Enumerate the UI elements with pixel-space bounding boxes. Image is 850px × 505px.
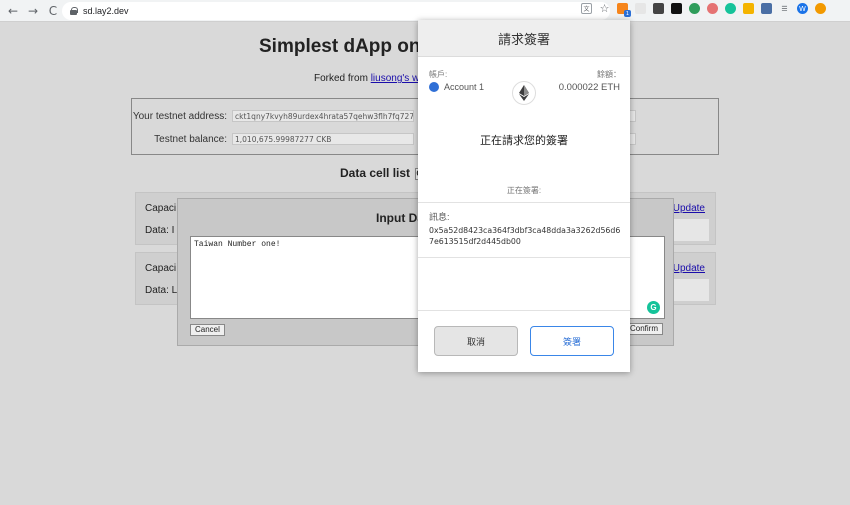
signing-label: 正在簽署:: [506, 186, 542, 195]
balance-row: Testnet balance: 1,010,675.99987277 CKB: [132, 133, 414, 145]
signature-request-text: 正在請求您的簽署: [480, 135, 568, 147]
colorful-extension-icon[interactable]: [743, 3, 754, 14]
address-field[interactable]: ckt1qny7kvyh89urdex4hrata57qehw3flh7fq72…: [232, 110, 414, 122]
divider: [418, 202, 630, 203]
qr-icon[interactable]: [653, 3, 664, 14]
forked-prefix: Forked from: [314, 73, 371, 84]
divider: [418, 310, 630, 311]
cell-data-box: [673, 279, 709, 301]
ethereum-icon: [512, 81, 536, 105]
back-icon[interactable]: ←: [4, 2, 22, 20]
metamask-fox-icon[interactable]: 1: [617, 3, 631, 17]
cell-list-title: Data cell list Cr: [340, 166, 430, 180]
reading-list-icon[interactable]: ☰: [779, 3, 790, 14]
reload-icon[interactable]: C: [44, 2, 62, 20]
confirm-button[interactable]: Confirm: [625, 323, 664, 335]
address-bar[interactable]: sd.lay2.dev: [62, 2, 610, 20]
browser-toolbar: ← → C sd.lay2.dev 文 ☆ 1 ☰ W: [0, 0, 850, 22]
lock-icon: [70, 7, 78, 15]
message-value: 0x5a52d8423ca364f3dbf3ca48dda3a3262d56d6…: [429, 226, 621, 246]
update-link[interactable]: Update: [673, 263, 705, 274]
extension-grey-icon[interactable]: [635, 3, 646, 14]
extension-bar: 文 ☆ 1 ☰ W: [574, 2, 826, 17]
update-link[interactable]: Update: [673, 203, 705, 214]
bookmark-star-icon[interactable]: ☆: [599, 2, 610, 15]
green-extension-icon[interactable]: [689, 3, 700, 14]
account-selector: Account 1: [429, 82, 484, 92]
page-title: Simplest dApp on: [259, 36, 421, 57]
eth-balance: 0.000022 ETH: [558, 82, 620, 93]
metamask-cancel-button[interactable]: 取消: [434, 326, 518, 356]
s-extension-icon[interactable]: [761, 3, 772, 14]
cancel-button[interactable]: Cancel: [190, 324, 225, 336]
profile-avatar[interactable]: W: [797, 3, 808, 14]
forward-icon[interactable]: →: [24, 2, 42, 20]
cell-list-title-text: Data cell list: [340, 166, 411, 180]
metamask-sign-button[interactable]: 簽署: [530, 326, 614, 356]
message-label: 訊息:: [429, 212, 450, 222]
divider: [418, 257, 630, 258]
balance-label: 餘額：: [597, 70, 621, 79]
url-text: sd.lay2.dev: [83, 6, 129, 16]
grammarly-icon[interactable]: G: [647, 301, 660, 314]
address-label: Your testnet address:: [132, 110, 227, 122]
grammarly-extension-icon[interactable]: [725, 3, 736, 14]
balance-field[interactable]: 1,010,675.99987277 CKB: [232, 133, 414, 145]
red-extension-icon[interactable]: [707, 3, 718, 14]
metamask-signature-popup: 請求簽署 帳戶: 餘額： Account 1 0.000022 ETH 正在請求…: [418, 20, 630, 372]
dark-extension-icon[interactable]: [671, 3, 682, 14]
update-icon[interactable]: [815, 3, 826, 14]
cell-capacity: Capaci: [145, 263, 177, 274]
balance-label: Testnet balance:: [154, 133, 227, 145]
metamask-header: 請求簽署: [418, 20, 630, 57]
account-name: Account 1: [444, 82, 485, 92]
metamask-badge: 1: [624, 10, 631, 17]
input-modal-title: Input Da: [376, 211, 424, 225]
cell-data-box: [673, 219, 709, 241]
cell-data: Data: I l: [145, 225, 180, 236]
account-avatar: [429, 82, 439, 92]
account-label: 帳戶:: [429, 70, 448, 79]
translate-icon[interactable]: 文: [581, 3, 592, 14]
forked-line: Forked from liusong's w: [314, 73, 419, 84]
forked-link[interactable]: liusong's w: [371, 73, 420, 84]
address-row: Your testnet address: ckt1qny7kvyh89urde…: [132, 110, 414, 122]
cell-capacity: Capaci: [145, 203, 177, 214]
